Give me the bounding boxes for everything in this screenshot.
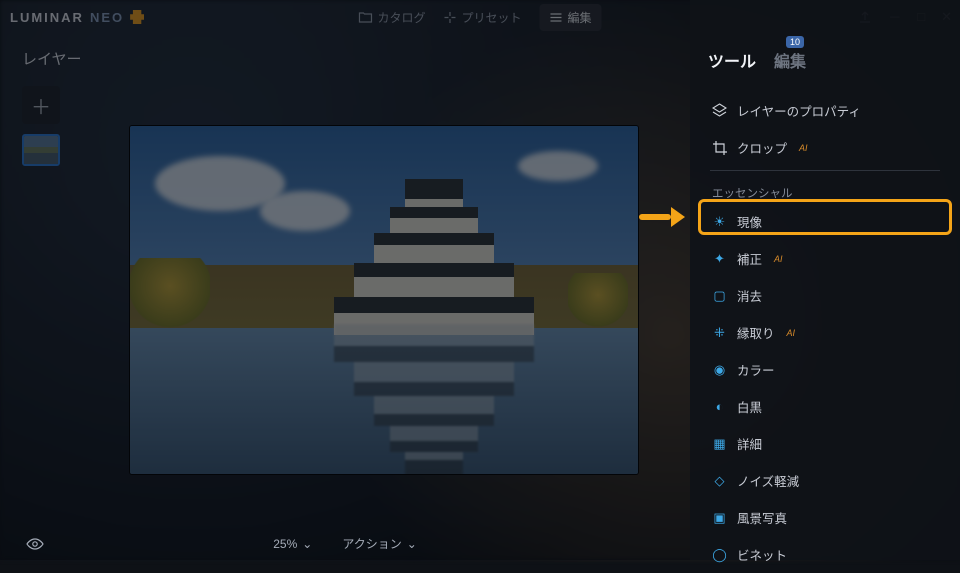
action-menu[interactable]: アクション ⌄ — [342, 535, 416, 552]
ai-badge: AI — [799, 143, 808, 153]
landscape-icon: ▣ — [712, 510, 727, 525]
brand-text: LUMINAR — [10, 10, 84, 25]
divider — [710, 170, 940, 171]
tool-develop[interactable]: ☀ 現像 — [708, 203, 942, 240]
app-logo: LUMINAR NEO — [10, 10, 144, 25]
brand-suffix: NEO — [90, 10, 124, 25]
layers-icon — [712, 103, 727, 118]
zoom-control[interactable]: 25% ⌄ — [273, 537, 312, 551]
denoise-icon: ◇ — [712, 473, 727, 488]
tool-color[interactable]: ◉ カラー — [708, 351, 942, 388]
tool-bw[interactable]: ◐ 白黒 — [708, 388, 942, 425]
color-icon: ◉ — [712, 362, 727, 377]
layers-title: レイヤー — [22, 48, 82, 69]
ai-badge: AI — [774, 254, 783, 264]
zoom-value: 25% — [273, 537, 297, 551]
tool-erase[interactable]: ▢ 消去 — [708, 277, 942, 314]
erase-icon: ▢ — [712, 288, 727, 303]
thumbnail-image — [24, 136, 58, 164]
nav-edit-label: 編集 — [568, 9, 592, 26]
canvas-castle — [334, 145, 534, 335]
tab-edits[interactable]: 編集 — [774, 48, 806, 72]
tool-details[interactable]: ▦ 詳細 — [708, 425, 942, 462]
tool-crop[interactable]: クロップ AI — [708, 129, 942, 166]
panel-tabs: ツール 編集 10 — [708, 48, 942, 72]
tool-label: 消去 — [737, 286, 762, 305]
tool-label: 白黒 — [737, 397, 762, 416]
tool-label: 現像 — [737, 212, 762, 231]
nav-catalog[interactable]: カタログ — [358, 9, 425, 26]
tool-landscape[interactable]: ▣ 風景写真 — [708, 499, 942, 536]
tool-label: 詳細 — [737, 434, 762, 453]
enhance-icon: ✦ — [712, 251, 727, 266]
nav-catalog-label: カタログ — [377, 9, 425, 26]
tool-denoise[interactable]: ◇ ノイズ軽減 — [708, 462, 942, 499]
tab-tools[interactable]: ツール — [708, 48, 756, 72]
tool-label: 補正 — [737, 249, 762, 268]
tool-label: 風景写真 — [737, 508, 787, 527]
image-canvas[interactable] — [130, 126, 638, 474]
chevron-down-icon: ⌄ — [407, 537, 417, 551]
layer-thumbnail[interactable] — [22, 134, 60, 166]
extensions-icon[interactable] — [130, 10, 144, 24]
crop-icon — [712, 140, 727, 155]
tool-enhance[interactable]: ✦ 補正 AI — [708, 240, 942, 277]
canvas-footer: 25% ⌄ アクション ⌄ — [0, 535, 690, 552]
section-essentials: エッセンシャル — [708, 179, 942, 203]
tool-label: 縁取り — [737, 323, 775, 342]
sliders-icon — [550, 12, 563, 23]
tool-label: ビネット — [737, 545, 787, 564]
nav-edit[interactable]: 編集 — [540, 4, 602, 31]
tool-label: カラー — [737, 360, 775, 379]
tool-label: レイヤーのプロパティ — [737, 101, 861, 120]
action-label: アクション — [342, 535, 401, 552]
visibility-toggle[interactable] — [26, 538, 44, 550]
nav-presets-label: プリセット — [461, 9, 521, 26]
sun-icon: ☀ — [712, 214, 727, 229]
folder-icon — [358, 11, 372, 23]
details-icon: ▦ — [712, 436, 727, 451]
tool-vignette[interactable]: ◯ ビネット — [708, 536, 942, 573]
chevron-down-icon: ⌄ — [302, 537, 312, 551]
top-nav: カタログ プリセット 編集 — [358, 4, 601, 31]
tool-label: クロップ — [737, 138, 787, 157]
ai-badge: AI — [787, 328, 796, 338]
tools-panel: ツール 編集 10 レイヤーのプロパティ クロップ AI エッセンシャル ☀ 現… — [690, 0, 960, 560]
add-layer-button[interactable]: ＋ — [22, 86, 60, 124]
tool-layer-properties[interactable]: レイヤーのプロパティ — [708, 92, 942, 129]
edits-count-badge: 10 — [786, 36, 804, 48]
tool-label: ノイズ軽減 — [737, 471, 799, 490]
structure-icon: ⁜ — [712, 325, 727, 340]
nav-presets[interactable]: プリセット — [443, 9, 521, 26]
tool-structure[interactable]: ⁜ 縁取り AI — [708, 314, 942, 351]
sparkle-icon — [443, 11, 456, 24]
bw-icon: ◐ — [712, 399, 727, 414]
